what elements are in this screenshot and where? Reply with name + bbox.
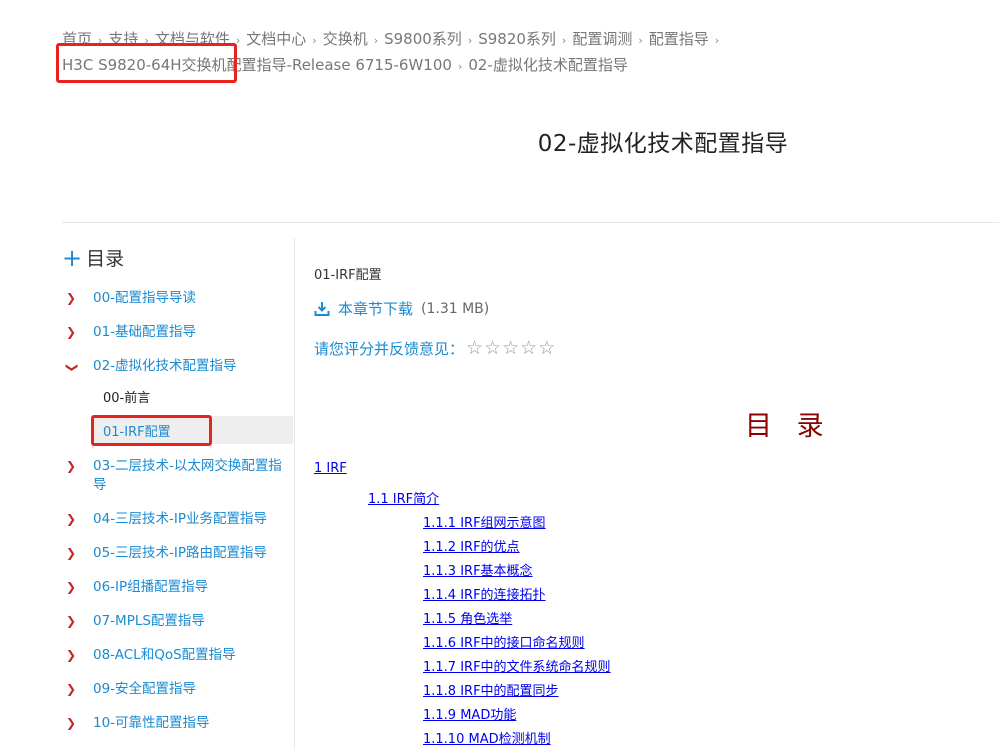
toc-link-1-1-3[interactable]: 1.1.3 IRF基本概念 <box>423 560 533 579</box>
breadcrumb-config-debug[interactable]: 配置调测 <box>572 30 632 48</box>
toc-link-1-1-2[interactable]: 1.1.2 IRF的优点 <box>423 536 520 555</box>
download-size: (1.31 MB) <box>421 300 490 317</box>
breadcrumb-separator: › <box>373 34 379 47</box>
chevron-right-icon: ❯ <box>66 325 77 339</box>
toc-link-1-1-4[interactable]: 1.1.4 IRF的连接拓扑 <box>423 584 546 603</box>
sidebar-item-label: 01-基础配置指导 <box>93 324 197 340</box>
breadcrumb-separator: › <box>714 34 720 47</box>
toc-link-1-1[interactable]: 1.1 IRF简介 <box>368 488 439 507</box>
sidebar-item-label: 05-三层技术-IP路由配置指导 <box>93 545 268 561</box>
breadcrumb-line-1: 首页 › 支持 › 文档与软件 › 文档中心 › 交换机 › S9800系列 › S9820系列 › 配置调… <box>62 27 782 53</box>
breadcrumb-separator: › <box>638 34 643 47</box>
breadcrumb-separator: › <box>457 60 463 73</box>
breadcrumb-config-guide[interactable]: 配置指导 <box>649 30 709 48</box>
chevron-right-icon: ❯ <box>66 682 77 696</box>
chevron-right-icon: ❯ <box>66 291 77 305</box>
breadcrumb-s9820-series[interactable]: S9820系列 <box>478 30 556 48</box>
sidebar-toc: + 目录 ❯ 00-配置指导导读 ❯ 01-基础配置指导 ❯ 02-虚拟化技术配… <box>62 238 295 749</box>
breadcrumb-separator: › <box>561 34 567 47</box>
breadcrumb-doc-center[interactable]: 文档中心 <box>246 30 306 48</box>
download-icon <box>314 301 330 316</box>
breadcrumb-product-model[interactable]: H3C S9820-64H交换机 <box>62 56 227 74</box>
chapter-name: 01-IRF配置 <box>314 268 382 283</box>
title-divider <box>62 222 999 223</box>
star-icon[interactable]: ☆ <box>484 337 501 359</box>
toc-header-label: 目录 <box>86 248 125 270</box>
breadcrumb-separator: › <box>235 34 241 47</box>
page-title: 02-虚拟化技术配置指导 <box>537 131 789 157</box>
breadcrumb: 首页 › 支持 › 文档与软件 › 文档中心 › 交换机 › S9800系列 › S9820系列 › 配置调… <box>62 27 782 79</box>
toc-link-1-1-9[interactable]: 1.1.9 MAD功能 <box>423 704 516 723</box>
star-icon[interactable]: ☆ <box>466 337 483 359</box>
plus-icon[interactable]: + <box>62 246 82 270</box>
sidebar-item-label: 06-IP组播配置指导 <box>93 579 209 595</box>
toc-link-1-1-7[interactable]: 1.1.7 IRF中的文件系统命名规则 <box>423 656 611 675</box>
sidebar-item-label: 10-可靠性配置指导 <box>93 715 210 731</box>
sidebar-item-label: 08-ACL和QoS配置指导 <box>93 647 236 663</box>
sidebar-item-label: 03-二层技术-以太网交换配置指导 <box>93 458 282 493</box>
rating-label: 请您评分并反馈意见： <box>314 339 465 358</box>
breadcrumb-switches[interactable]: 交换机 <box>323 30 368 48</box>
breadcrumb-separator: › <box>98 34 103 47</box>
toc-link-1-1-5[interactable]: 1.1.5 角色选举 <box>423 608 512 627</box>
chevron-right-icon: ❯ <box>66 512 77 526</box>
breadcrumb-separator: › <box>312 34 317 47</box>
toc-header[interactable]: + 目录 <box>62 244 124 271</box>
breadcrumb-line-2: H3C S9820-64H交换机配置指导-Release 6715-6W100 ›… <box>62 53 782 79</box>
breadcrumb-s9800-series[interactable]: S9800系列 <box>384 30 462 48</box>
document-toc-title: 目 录 <box>745 411 832 442</box>
sidebar-item-label: 04-三层技术-IP业务配置指导 <box>93 511 268 527</box>
star-icon[interactable]: ☆ <box>538 337 555 359</box>
toc-link-1-1-6[interactable]: 1.1.6 IRF中的接口命名规则 <box>423 632 585 651</box>
main-content: 01-IRF配置 本章节下载 (1.31 MB) 请您评分并反馈意见： ☆ ☆ … <box>314 238 999 749</box>
chevron-right-icon: ❯ <box>66 648 77 662</box>
chevron-right-icon: ❯ <box>66 459 77 473</box>
sidebar-item-label: 00-配置指导导读 <box>93 290 197 306</box>
chapter-download-link[interactable]: 本章节下载 (1.31 MB) <box>314 298 489 319</box>
chevron-right-icon: ❯ <box>66 546 77 560</box>
toc-link-1-1-1[interactable]: 1.1.1 IRF组网示意图 <box>423 512 546 531</box>
breadcrumb-support[interactable]: 支持 <box>108 30 138 48</box>
sidebar-subitem-label: 01-IRF配置 <box>103 425 171 440</box>
star-icon[interactable]: ☆ <box>502 337 519 359</box>
sidebar-item-label: 02-虚拟化技术配置指导 <box>93 358 237 374</box>
toc-link-1-1-10[interactable]: 1.1.10 MAD检测机制 <box>423 728 551 747</box>
star-icon[interactable]: ☆ <box>520 337 537 359</box>
chevron-right-icon: ❯ <box>66 716 77 730</box>
toc-link-1-1-8[interactable]: 1.1.8 IRF中的配置同步 <box>423 680 559 699</box>
sidebar-item-label: 07-MPLS配置指导 <box>93 613 205 629</box>
chevron-right-icon: ❯ <box>66 614 77 628</box>
sidebar-item-label: 09-安全配置指导 <box>93 681 197 697</box>
breadcrumb-separator: › <box>144 34 149 47</box>
download-label: 本章节下载 <box>338 300 414 318</box>
breadcrumb-current: 02-虚拟化技术配置指导 <box>468 56 628 74</box>
rating-section: 请您评分并反馈意见： ☆ ☆ ☆ ☆ ☆ <box>314 337 556 359</box>
toc-link-1[interactable]: 1 IRF <box>314 461 347 476</box>
sidebar-subitem-irf[interactable]: 01-IRF配置 <box>91 416 293 444</box>
breadcrumb-docs-software[interactable]: 文档与软件 <box>155 30 230 48</box>
star-rating: ☆ ☆ ☆ ☆ ☆ <box>466 337 556 359</box>
chevron-right-icon: ❯ <box>66 580 77 594</box>
breadcrumb-release-guide[interactable]: 配置指导-Release 6715-6W100 <box>227 56 452 74</box>
breadcrumb-separator: › <box>467 34 473 47</box>
chevron-down-icon: ❯ <box>65 362 80 373</box>
sidebar-subitem-preface[interactable]: 00-前言 <box>103 389 150 408</box>
breadcrumb-home[interactable]: 首页 <box>62 30 92 48</box>
